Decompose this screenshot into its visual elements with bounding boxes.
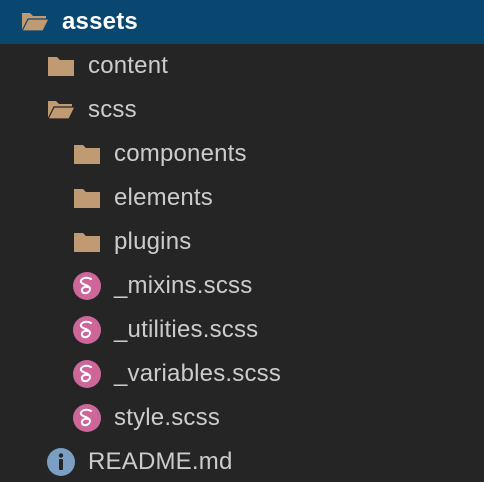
tree-item-label: _utilities.scss	[114, 316, 259, 343]
tree-item-scss[interactable]: scss	[0, 88, 484, 132]
file-explorer-tree: assets content scss components elements …	[0, 0, 484, 482]
folder-icon	[72, 139, 102, 169]
folder-icon	[72, 227, 102, 257]
tree-item-label: content	[88, 52, 169, 79]
tree-item-label: style.scss	[114, 404, 221, 431]
tree-item-style-scss[interactable]: style.scss	[0, 396, 484, 440]
tree-item-label: scss	[88, 96, 137, 123]
folder-open-icon	[20, 7, 50, 37]
tree-item-components[interactable]: components	[0, 132, 484, 176]
tree-item-utilities-scss[interactable]: _utilities.scss	[0, 308, 484, 352]
tree-item-mixins-scss[interactable]: _mixins.scss	[0, 264, 484, 308]
sass-file-icon	[72, 315, 102, 345]
tree-item-label: _mixins.scss	[114, 272, 253, 299]
folder-icon	[46, 51, 76, 81]
tree-item-assets[interactable]: assets	[0, 0, 484, 44]
folder-icon	[72, 183, 102, 213]
tree-item-label: plugins	[114, 228, 192, 255]
sass-file-icon	[72, 403, 102, 433]
tree-item-plugins[interactable]: plugins	[0, 220, 484, 264]
tree-item-elements[interactable]: elements	[0, 176, 484, 220]
tree-item-label: assets	[62, 8, 138, 35]
tree-item-label: README.md	[88, 448, 233, 475]
folder-open-icon	[46, 95, 76, 125]
sass-file-icon	[72, 271, 102, 301]
tree-item-content[interactable]: content	[0, 44, 484, 88]
tree-item-label: elements	[114, 184, 213, 211]
tree-item-readme-md[interactable]: README.md	[0, 440, 484, 482]
tree-item-variables-scss[interactable]: _variables.scss	[0, 352, 484, 396]
sass-file-icon	[72, 359, 102, 389]
tree-item-label: components	[114, 140, 247, 167]
tree-item-label: _variables.scss	[114, 360, 282, 387]
info-file-icon	[46, 447, 76, 477]
